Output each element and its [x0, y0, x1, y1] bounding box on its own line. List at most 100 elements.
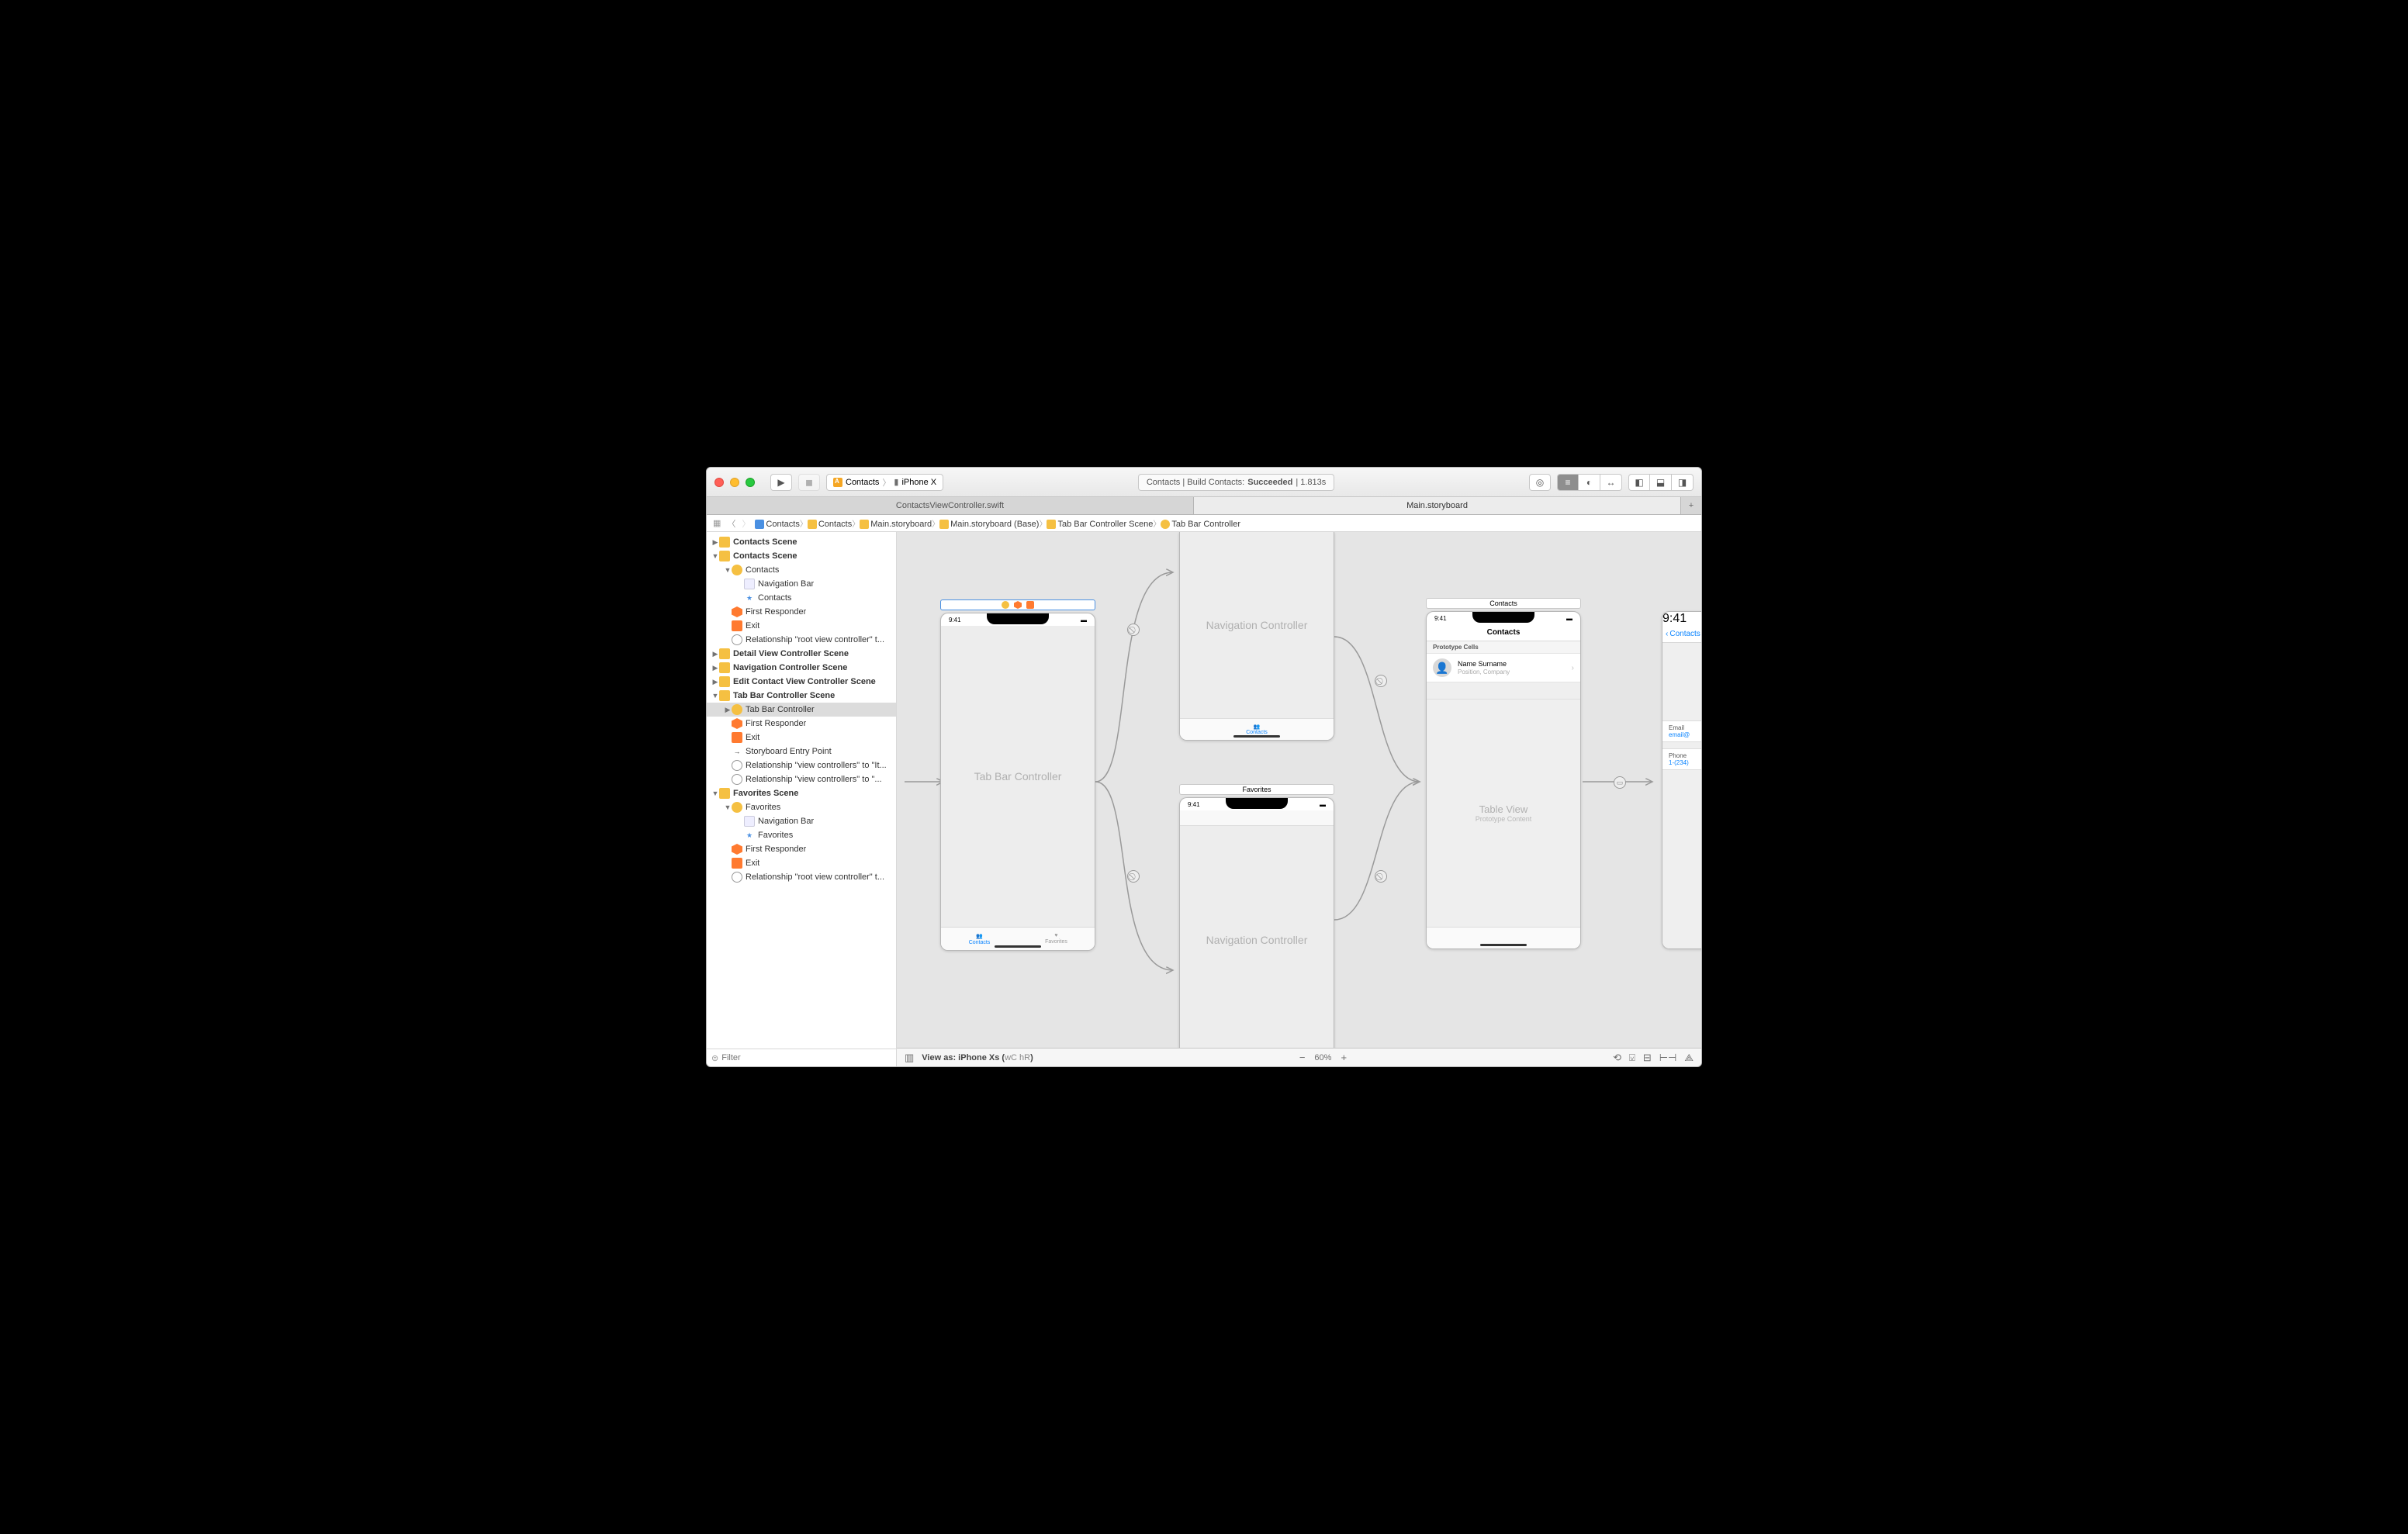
segue-indicator[interactable]: ⃠ [1127, 870, 1140, 883]
zoom-level[interactable]: 60% [1314, 1053, 1331, 1062]
outline-row[interactable]: First Responder [707, 842, 896, 856]
activity-viewer[interactable]: Contacts | Build Contacts: Succeeded | 1… [1138, 474, 1334, 491]
favorites-scene-header[interactable]: Favorites [1179, 784, 1334, 795]
nav-controller-1-scene[interactable]: Navigation Controller 👥Contacts [1179, 532, 1334, 741]
segue-indicator[interactable]: ⃠ [1127, 624, 1140, 636]
maximize-button[interactable] [746, 478, 755, 487]
outline-row[interactable]: ▼Tab Bar Controller Scene [707, 689, 896, 703]
outline-label: Storyboard Entry Point [746, 747, 832, 756]
breadcrumb-item[interactable]: Tab Bar Controller [1161, 520, 1240, 529]
toggle-navigator-button[interactable]: ◧ [1628, 474, 1650, 491]
outline-row[interactable]: Exit [707, 856, 896, 870]
outline-row[interactable]: First Responder [707, 717, 896, 731]
outline-row[interactable]: ▼Contacts [707, 563, 896, 577]
storyboard-canvas[interactable]: ⃠ ⃠ ⃠ ⃠ ▭ 9:41▬ Tab Bar Controller 👥Cont… [897, 532, 1701, 1048]
phone-label: Phone [1669, 752, 1697, 759]
outline-row[interactable]: Navigation Bar [707, 577, 896, 591]
breadcrumb-item[interactable]: Main.storyboard (Base) [939, 520, 1039, 529]
outline-row[interactable]: Relationship "root view controller" t... [707, 633, 896, 647]
breadcrumb-item[interactable]: Contacts [808, 520, 852, 529]
disclosure-triangle[interactable]: ▶ [724, 706, 732, 714]
disclosure-triangle[interactable]: ▼ [724, 803, 732, 811]
pin-button[interactable]: ⊢⊣ [1659, 1052, 1677, 1064]
disclosure-triangle[interactable]: ▶ [711, 650, 719, 658]
viewas-label[interactable]: View as: iPhone Xs ( [922, 1053, 1005, 1062]
scene-header-selected[interactable] [940, 599, 1095, 610]
tab-storyboard[interactable]: Main.storyboard [1194, 497, 1681, 514]
back-button[interactable]: ‹Contacts [1666, 630, 1700, 638]
outline-label: Contacts [758, 593, 791, 603]
outline-row[interactable]: Exit [707, 731, 896, 745]
update-frames-button[interactable]: ⟲ [1613, 1052, 1621, 1064]
segue-indicator[interactable]: ⃠ [1375, 675, 1387, 687]
disclosure-triangle[interactable]: ▶ [711, 538, 719, 547]
breadcrumb-item[interactable]: Main.storyboard [860, 520, 932, 529]
outline-row[interactable]: ★Favorites [707, 828, 896, 842]
embed-button[interactable]: ⍌ [1629, 1052, 1635, 1064]
minimize-button[interactable] [730, 478, 739, 487]
outline-label: Navigation Bar [758, 817, 814, 826]
outline-row[interactable]: →Storyboard Entry Point [707, 745, 896, 758]
assistant-editor-button[interactable]: ◐ [1579, 474, 1600, 491]
disclosure-triangle[interactable]: ▶ [711, 664, 719, 672]
outline-tree[interactable]: ▶Contacts Scene▼Contacts Scene▼ContactsN… [707, 532, 896, 1049]
disclosure-triangle[interactable]: ▼ [724, 566, 732, 574]
tab-contactsvc[interactable]: ContactsViewController.swift [707, 497, 1194, 514]
outline-row[interactable]: ★Contacts [707, 591, 896, 605]
scene-o-icon [719, 537, 730, 548]
zoom-in-button[interactable]: + [1341, 1052, 1347, 1063]
library-button[interactable]: ◎ [1529, 474, 1551, 491]
prototype-cell[interactable]: 👤 Name Surname Position, Company › [1427, 654, 1580, 682]
outline-row[interactable]: ▶Edit Contact View Controller Scene [707, 675, 896, 689]
outline-label: Relationship "view controllers" to "... [746, 775, 882, 784]
toggle-inspector-button[interactable]: ◨ [1672, 474, 1694, 491]
exit-icon [732, 620, 742, 631]
nav-forward-button[interactable]: 〉 [740, 517, 752, 530]
breadcrumb-item[interactable]: Contacts [755, 520, 799, 529]
scene-o-icon [719, 690, 730, 701]
version-editor-button[interactable]: ↔ [1600, 474, 1622, 491]
outline-row[interactable]: ▶Detail View Controller Scene [707, 647, 896, 661]
outline-row[interactable]: Exit [707, 619, 896, 633]
contacts-scene-header[interactable]: Contacts [1426, 598, 1581, 609]
outline-row[interactable]: ▶Contacts Scene [707, 535, 896, 549]
outline-row[interactable]: ▼Favorites [707, 800, 896, 814]
toggle-outline-button[interactable]: ▥ [905, 1052, 914, 1064]
outline-row[interactable]: Relationship "view controllers" to "It..… [707, 758, 896, 772]
tabbar-controller-scene[interactable]: 9:41▬ Tab Bar Controller 👥Contacts ♥Favo… [940, 613, 1095, 951]
table-separator [1427, 682, 1580, 700]
filter-input[interactable] [721, 1053, 891, 1062]
toggle-debug-button[interactable]: ⬓ [1650, 474, 1672, 491]
home-indicator [1233, 735, 1280, 738]
breadcrumb-item[interactable]: Tab Bar Controller Scene [1047, 520, 1153, 529]
outline-row[interactable]: ▼Contacts Scene [707, 549, 896, 563]
disclosure-triangle[interactable]: ▼ [711, 552, 719, 560]
disclosure-triangle[interactable]: ▶ [711, 678, 719, 686]
align-button[interactable]: ⊟ [1643, 1052, 1652, 1064]
zoom-out-button[interactable]: − [1299, 1052, 1306, 1063]
nav-controller-2-scene[interactable]: 9:41▬ Navigation Controller [1179, 797, 1334, 1048]
segue-indicator[interactable]: ⃠ [1375, 870, 1387, 883]
chevron-left-icon: ‹ [1666, 630, 1668, 638]
stop-button[interactable]: ◼ [798, 474, 820, 491]
run-button[interactable]: ▶ [770, 474, 792, 491]
outline-row[interactable]: ▼Favorites Scene [707, 786, 896, 800]
outline-row[interactable]: Navigation Bar [707, 814, 896, 828]
disclosure-triangle[interactable]: ▼ [711, 789, 719, 797]
disclosure-triangle[interactable]: ▼ [711, 692, 719, 700]
scheme-selector[interactable]: Contacts 〉 ▮ iPhone X [826, 474, 943, 491]
outline-row[interactable]: First Responder [707, 605, 896, 619]
segue-indicator[interactable]: ▭ [1614, 776, 1626, 789]
outline-row[interactable]: ▶Tab Bar Controller [707, 703, 896, 717]
outline-row[interactable]: Relationship "root view controller" t... [707, 870, 896, 884]
outline-row[interactable]: ▶Navigation Controller Scene [707, 661, 896, 675]
contacts-tableview-scene[interactable]: 9:41▬ Contacts Prototype Cells 👤 Name Su… [1426, 611, 1581, 949]
outline-row[interactable]: Relationship "view controllers" to "... [707, 772, 896, 786]
standard-editor-button[interactable]: ≡ [1557, 474, 1579, 491]
close-button[interactable] [714, 478, 724, 487]
detail-scene[interactable]: 9:41 ‹Contacts Email email@ Phone 1-(234… [1662, 611, 1701, 949]
related-items-button[interactable]: ▦ [711, 518, 722, 528]
resolve-button[interactable]: ⟁ [1684, 1052, 1694, 1064]
tab-add-button[interactable]: + [1681, 497, 1701, 514]
nav-back-button[interactable]: 〈 [725, 517, 737, 530]
